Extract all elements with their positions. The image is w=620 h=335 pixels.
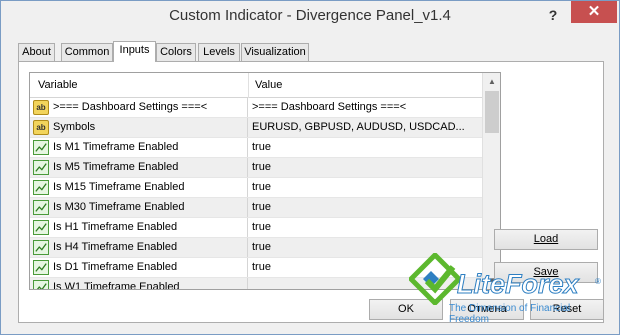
variable-cell[interactable]: ab >=== Dashboard Settings ===< [30,98,248,117]
table-row[interactable]: Is M5 Timeframe Enabled true [30,158,482,178]
help-button[interactable]: ? [541,5,565,25]
variable-cell[interactable]: Is M30 Timeframe Enabled [30,198,248,217]
value-cell[interactable]: >=== Dashboard Settings ===< [249,98,482,117]
table-row[interactable]: ab Symbols EURUSD, GBPUSD, AUDUSD, USDCA… [30,118,482,138]
load-button[interactable]: Load [494,229,598,250]
chart-line-icon [33,140,49,155]
value-cell[interactable]: true [249,138,482,157]
variable-label: Is M15 Timeframe Enabled [53,181,185,193]
variable-cell[interactable]: Is W1 Timeframe Enabled [30,278,248,290]
chart-line-icon [33,160,49,175]
variable-cell[interactable]: Is M15 Timeframe Enabled [30,178,248,197]
liteforex-watermark: LiteForex ® The Dimension of Financial F… [409,249,609,325]
tab-levels[interactable]: Levels [198,43,240,61]
variable-label: Is M30 Timeframe Enabled [53,201,185,213]
variable-label: Is H1 Timeframe Enabled [53,221,178,233]
table-row[interactable]: Is H1 Timeframe Enabled true [30,218,482,238]
variable-cell[interactable]: Is D1 Timeframe Enabled [30,258,248,277]
chart-line-icon [33,260,49,275]
variable-label: Is H4 Timeframe Enabled [53,241,178,253]
dialog-window: Custom Indicator - Divergence Panel_v1.4… [0,0,620,335]
liteforex-logo-icon [409,253,461,305]
chart-line-icon [33,220,49,235]
tab-about[interactable]: About [18,43,55,61]
chart-line-icon [33,240,49,255]
registered-mark: ® [595,277,601,286]
tab-inputs[interactable]: Inputs [113,41,156,62]
value-cell[interactable]: EURUSD, GBPUSD, AUDUSD, USDCAD... [249,118,482,137]
title-bar[interactable]: Custom Indicator - Divergence Panel_v1.4… [1,1,619,33]
variable-cell[interactable]: Is H4 Timeframe Enabled [30,238,248,257]
watermark-tagline: The Dimension of Financial Freedom [449,303,571,325]
variable-cell[interactable]: Is M1 Timeframe Enabled [30,138,248,157]
column-header-value[interactable]: Value [249,73,482,98]
value-cell[interactable]: true [249,198,482,217]
chart-line-icon [33,200,49,215]
table-row[interactable]: Is M15 Timeframe Enabled true [30,178,482,198]
value-cell[interactable]: true [249,158,482,177]
variable-label: Is D1 Timeframe Enabled [53,261,178,273]
value-cell[interactable]: true [249,218,482,237]
variable-label: Is M1 Timeframe Enabled [53,141,179,153]
variable-label: Symbols [53,121,96,133]
ab-text-icon: ab [33,120,49,135]
table-row[interactable]: ab >=== Dashboard Settings ===< >=== Das… [30,98,482,118]
chart-line-icon [33,280,49,289]
variable-label: Is M5 Timeframe Enabled [53,161,179,173]
load-button-label: Load [533,233,559,245]
chart-line-icon [33,180,49,195]
scroll-up-arrow-icon[interactable]: ▲ [483,73,500,90]
tab-visualization[interactable]: Visualization [241,43,309,61]
grid-header: Variable Value [30,73,482,98]
window-title: Custom Indicator - Divergence Panel_v1.4 [169,7,451,24]
table-row[interactable]: Is M1 Timeframe Enabled true [30,138,482,158]
variable-cell[interactable]: ab Symbols [30,118,248,137]
close-button[interactable]: ✕ [571,1,617,23]
variable-cell[interactable]: Is H1 Timeframe Enabled [30,218,248,237]
value-cell[interactable]: true [249,178,482,197]
variable-label: >=== Dashboard Settings ===< [53,101,208,113]
watermark-brand: LiteForex [457,269,580,300]
variable-cell[interactable]: Is M5 Timeframe Enabled [30,158,248,177]
variable-label: Is W1 Timeframe Enabled [53,281,180,290]
tab-common[interactable]: Common [61,43,113,61]
table-row[interactable]: Is M30 Timeframe Enabled true [30,198,482,218]
tab-colors[interactable]: Colors [156,43,196,61]
ab-text-icon: ab [33,100,49,115]
column-header-variable[interactable]: Variable [30,73,248,98]
scrollbar-thumb[interactable] [485,91,499,133]
